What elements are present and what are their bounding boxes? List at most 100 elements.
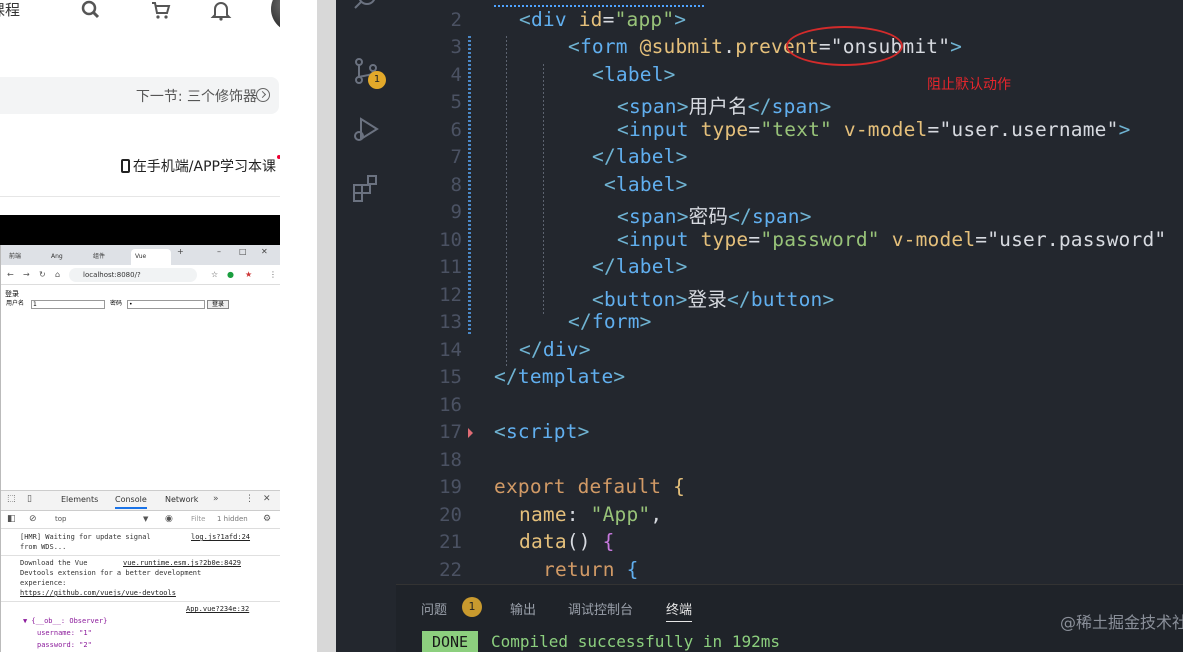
nav-title[interactable]: 课程 <box>0 0 20 20</box>
code-line: name: "App", <box>519 503 663 526</box>
browser-tab[interactable]: Ang <box>47 249 87 265</box>
console-source-link[interactable]: log.js?1afd:24 <box>191 533 250 541</box>
line-number: 6 <box>450 119 462 141</box>
context-select[interactable]: top <box>55 515 66 523</box>
line-number: 19 <box>439 476 462 498</box>
browser-tab-active[interactable]: Vue <box>131 249 171 265</box>
gear-icon[interactable]: ⚙ <box>263 514 271 524</box>
console-line: Download the Vue <box>20 559 88 567</box>
browser-tab[interactable]: 前端 <box>5 249 45 265</box>
menu-icon[interactable]: ⋮ <box>269 270 277 279</box>
console-filter-input[interactable]: Filte <box>191 515 205 523</box>
mobile-app-link[interactable]: 在手机端/APP学习本课 <box>120 155 281 176</box>
code-line: <input type="text" v-model="user.usernam… <box>617 118 1131 141</box>
code-line: return { <box>543 558 639 581</box>
line-number: 8 <box>450 174 462 196</box>
rendered-page: 登录 用户名 1 密码 • 登录 <box>5 289 229 309</box>
panel-tab-output[interactable]: 输出 <box>510 599 536 618</box>
code-line: <button>登录</button> <box>592 288 835 311</box>
indent-guide <box>543 64 544 314</box>
line-number: 7 <box>450 146 462 168</box>
minimize-icon[interactable]: – <box>217 247 221 256</box>
console-line: from WDS... <box>20 543 67 551</box>
window-divider <box>317 0 336 652</box>
line-number: 11 <box>439 256 462 278</box>
browser-window: 前端 Ang 组件 Vue + – □ ✕ ← → ↻ ⌂ localhost:… <box>0 245 281 652</box>
code-line: </label> <box>592 255 688 278</box>
device-icon[interactable]: ▯ <box>27 494 32 504</box>
divider <box>0 196 280 197</box>
kebab-icon[interactable]: ⋮ <box>245 494 254 504</box>
hidden-count: 1 hidden <box>217 515 248 523</box>
console-line: experience: <box>20 579 67 587</box>
panel-tab-problems[interactable]: 问题 <box>421 599 447 618</box>
console-object[interactable]: ▼ {__ob__: Observer} <box>23 617 107 625</box>
activity-bar: 1 <box>336 0 396 584</box>
back-icon[interactable]: ← <box>7 270 14 279</box>
bottom-panel: 问题 1 输出 调试控制台 终端 DONE Compiled successfu… <box>396 584 1183 652</box>
search-icon[interactable] <box>80 0 102 22</box>
devtools-tab-elements[interactable]: Elements <box>61 495 98 504</box>
browser-tab[interactable]: 组件 <box>89 249 129 265</box>
console-prop: password: "2" <box>37 641 92 649</box>
console-source-link[interactable]: App.vue?234e:32 <box>186 605 249 613</box>
line-number: 18 <box>439 449 462 471</box>
code-line: <script> <box>494 420 590 443</box>
bell-icon[interactable] <box>210 0 232 22</box>
devtools-tab-network[interactable]: Network <box>165 495 198 504</box>
search-icon[interactable] <box>351 0 381 16</box>
username-input[interactable]: 1 <box>31 300 105 309</box>
reload-icon[interactable]: ↻ <box>39 270 46 279</box>
panel-tab-terminal[interactable]: 终端 <box>666 599 693 622</box>
watermark: @稀土掘金技术社区 <box>1060 613 1183 632</box>
browser-tab-row: 前端 Ang 组件 Vue + – □ ✕ <box>1 245 281 265</box>
phone-icon <box>120 159 130 173</box>
close-icon[interactable]: ✕ <box>261 247 268 256</box>
error-squiggle <box>494 3 704 7</box>
line-number: 17 <box>439 421 462 443</box>
line-number: 4 <box>450 64 462 86</box>
sidebar-icon[interactable]: ◧ <box>7 514 16 524</box>
forward-icon[interactable]: → <box>23 270 30 279</box>
line-number: 3 <box>450 36 462 58</box>
inspect-icon[interactable]: ⬚ <box>7 494 16 504</box>
line-number: 13 <box>439 311 462 333</box>
console-prop: username: "1" <box>37 629 92 637</box>
console-url-link[interactable]: https://github.com/vuejs/vue-devtools <box>20 589 176 597</box>
line-number: 12 <box>439 284 462 306</box>
home-icon[interactable]: ⌂ <box>55 270 60 279</box>
line-number: 15 <box>439 366 462 388</box>
console-source-link[interactable]: vue.runtime.esm.js?2b0e:8429 <box>123 559 241 567</box>
devtools-tab-console[interactable]: Console <box>115 495 147 509</box>
modified-gutter-marker <box>468 36 471 336</box>
extensions-icon[interactable] <box>351 173 381 203</box>
login-button[interactable]: 登录 <box>207 300 229 309</box>
course-page: 课程 下一节: 三个修饰器 在手机端/APP学习本课 前端 Ang 组件 Vue… <box>0 0 318 652</box>
code-line: <form @submit.prevent="onsubmit"> <box>568 35 963 58</box>
extension-icon[interactable]: ● <box>227 270 234 279</box>
next-section-bar[interactable]: 下一节: 三个修饰器 <box>0 77 279 114</box>
devtools-tab-bar: ⬚ ▯ Elements Console Network » ⋮ ✕ <box>1 490 281 511</box>
code-line: <label> <box>592 63 676 86</box>
more-tabs-icon[interactable]: » <box>213 494 219 504</box>
line-number: 22 <box>439 559 462 581</box>
console-toolbar: ◧ ⊘ top ▼ ◉ Filte 1 hidden ⚙ <box>1 511 281 529</box>
line-number: 2 <box>450 9 462 31</box>
cart-icon[interactable] <box>150 0 172 22</box>
chevron-down-icon[interactable]: ▼ <box>143 515 148 523</box>
address-bar[interactable]: localhost:8080/? <box>69 268 197 282</box>
login-form: 用户名 1 密码 • 登录 <box>5 300 230 310</box>
extension-icon[interactable]: ★ <box>245 270 252 279</box>
clear-console-icon[interactable]: ⊘ <box>29 514 37 524</box>
code-line: export default { <box>494 475 686 498</box>
run-debug-icon[interactable] <box>351 114 381 144</box>
code-line: </label> <box>592 145 688 168</box>
star-icon[interactable]: ☆ <box>211 270 218 279</box>
eye-icon[interactable]: ◉ <box>165 514 173 524</box>
maximize-icon[interactable]: □ <box>239 247 247 256</box>
code-area[interactable]: 2 3 4 5 6 7 8 9 10 11 12 13 14 15 16 17 … <box>396 0 1183 584</box>
panel-tab-debug-console[interactable]: 调试控制台 <box>568 599 633 618</box>
new-tab-icon[interactable]: + <box>177 247 184 256</box>
password-input[interactable]: • <box>127 300 205 309</box>
close-devtools-icon[interactable]: ✕ <box>263 494 271 504</box>
